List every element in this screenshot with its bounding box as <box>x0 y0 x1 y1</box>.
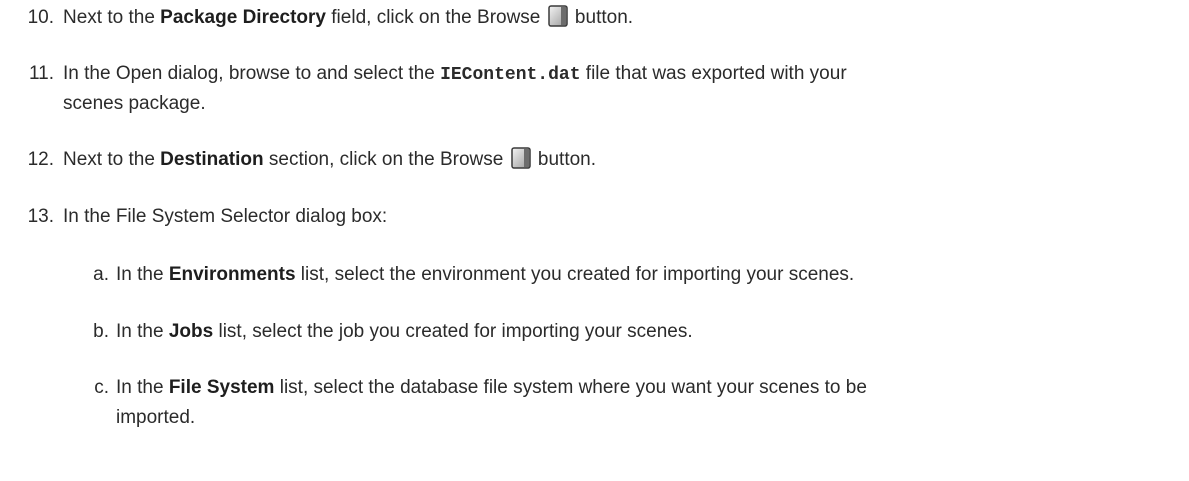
step-text: In the File System Selector dialog box: <box>63 206 388 227</box>
substep-letter: b. <box>93 321 109 342</box>
text: In the <box>116 321 169 342</box>
text: section, click on the Browse <box>263 149 509 170</box>
instruction-document: 10. Next to the Package Directory field,… <box>0 0 1189 481</box>
text: list, select the database file system wh… <box>274 377 867 398</box>
substep-letter: a. <box>93 264 109 285</box>
text: button. <box>569 7 634 28</box>
substep-text: In the Environments list, select the env… <box>116 259 1170 291</box>
text: file that was exported with your <box>580 63 847 84</box>
step-number: 12. <box>27 149 54 170</box>
ui-label-environments: Environments <box>168 264 296 285</box>
substep-text: In the File System list, select the data… <box>116 372 1170 404</box>
text: In the <box>116 377 169 398</box>
step-text-continued: scenes package. <box>63 93 206 114</box>
text: field, click on the Browse <box>326 7 546 28</box>
step-text: Next to the Destination section, click o… <box>63 144 1170 180</box>
substep-text: In the Jobs list, select the job you cre… <box>116 316 1170 348</box>
text: Next to the <box>63 149 161 170</box>
step-number: 10. <box>27 7 54 28</box>
step-text: Next to the Package Directory field, cli… <box>63 2 1170 38</box>
substep-letter: c. <box>94 377 109 398</box>
browse-icon <box>547 5 568 38</box>
ui-label-package-directory: Package Directory <box>160 7 326 28</box>
text: list, select the job you created for imp… <box>213 321 693 342</box>
ui-label-jobs: Jobs <box>168 321 214 342</box>
text: In the Open dialog, browse to and select… <box>63 63 441 84</box>
file-name: IEContent.dat <box>440 65 581 85</box>
text: list, select the environment you created… <box>295 264 855 285</box>
step-number: 13. <box>27 206 54 227</box>
text: In the <box>116 264 169 285</box>
text: Next to the <box>63 7 161 28</box>
text: button. <box>532 149 597 170</box>
step-text: In the Open dialog, browse to and select… <box>63 58 1170 91</box>
ui-label-destination: Destination <box>160 149 264 170</box>
step-number: 11. <box>28 63 54 84</box>
ui-label-file-system: File System <box>168 377 275 398</box>
browse-icon <box>510 147 531 180</box>
substep-text-continued: imported. <box>116 407 196 428</box>
